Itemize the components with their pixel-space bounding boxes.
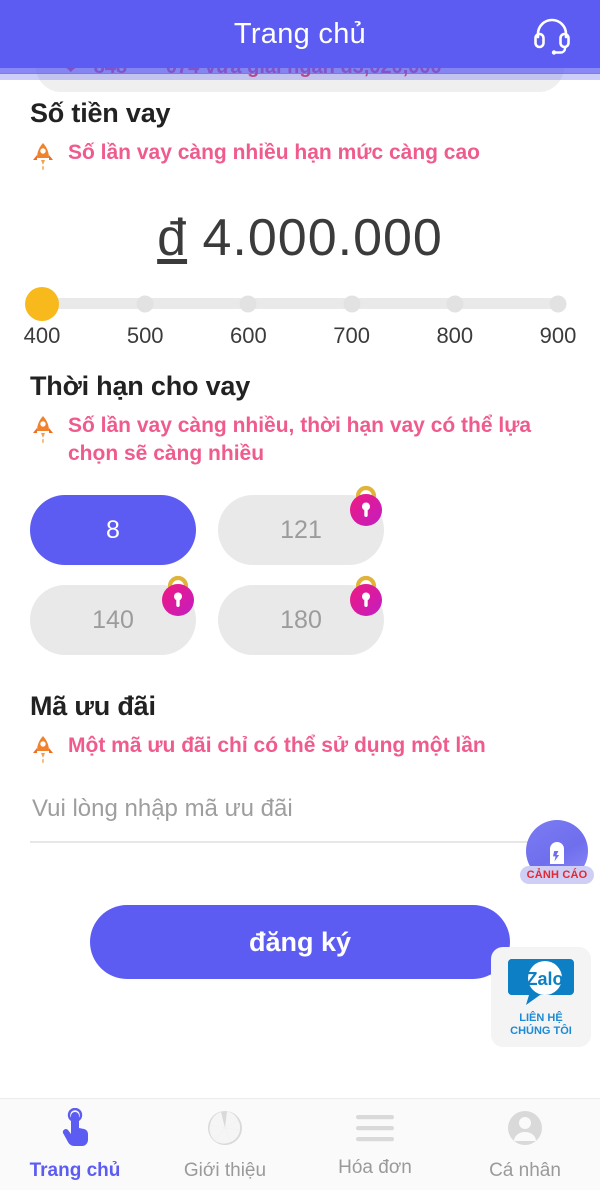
zalo-caption-line2: CHÚNG TÔI: [510, 1024, 572, 1037]
slider-tick[interactable]: [446, 295, 464, 312]
rocket-icon: [33, 736, 53, 764]
zalo-logo-icon: Zalo: [508, 959, 574, 1005]
loan-amount-slider[interactable]: 400 500 600 700 800 900: [0, 274, 600, 355]
nav-item-cá-nhân[interactable]: Cá nhân: [450, 1099, 600, 1190]
loan-term-options: 8 121 140 180: [0, 467, 600, 656]
zalo-contact-widget[interactable]: Zalo LIÊN HỆ CHÚNG TÔI: [491, 947, 591, 1047]
promo-hint: Một mã ưu đãi chỉ có thể sử dụng một lần: [0, 722, 600, 765]
loan-term-option-label: 180: [280, 605, 322, 634]
loan-amount-hint: Số lần vay càng nhiều hạn mức càng cao: [0, 129, 600, 172]
slider-tick[interactable]: [549, 295, 567, 312]
loan-term-hint: Số lần vay càng nhiều, thời hạn vay có t…: [0, 402, 600, 467]
loan-term-option[interactable]: 8: [30, 495, 196, 566]
nav-item-giới-thiệu[interactable]: Giới thiệu: [150, 1099, 300, 1190]
person-icon: [505, 1108, 545, 1153]
nav-item-trang-chủ[interactable]: Trang chủ: [0, 1099, 150, 1190]
loan-term-option-label: 8: [106, 515, 120, 544]
page-title: Trang chủ: [233, 17, 367, 50]
svg-text:Zalo: Zalo: [526, 969, 563, 989]
slider-tick-label: 800: [436, 323, 474, 348]
app-screen: ❤ 848*****074 vừa giải ngân đ3,020,000 T…: [0, 0, 600, 1190]
zalo-caption-line1: LIÊN HỆ: [519, 1012, 563, 1024]
nav-item-label: Trang chủ: [29, 1159, 121, 1181]
warning-label: CẢNH CÁO: [519, 866, 595, 884]
lock-icon: [350, 576, 382, 617]
slider-tick[interactable]: [239, 295, 257, 312]
loan-term-title: Thời hạn cho vay: [30, 371, 251, 401]
slider-thumb[interactable]: [25, 286, 59, 321]
slider-tick-label: 400: [23, 323, 61, 348]
pointing-hand-icon: [57, 1107, 93, 1153]
headset-icon: [534, 18, 570, 55]
slider-track[interactable]: [25, 286, 567, 321]
promo-code-input[interactable]: [30, 791, 570, 844]
promo-hint-text: Một mã ưu đãi chỉ có thể sử dụng một lần: [68, 734, 486, 758]
aperture-icon: [205, 1108, 245, 1153]
ticker-overlay-fade: [0, 73, 600, 80]
slider-tick[interactable]: [343, 295, 361, 312]
loan-term-option-label: 121: [280, 515, 322, 544]
nav-item-hóa-đơn[interactable]: Hóa đơn: [300, 1099, 450, 1190]
loan-term-option-label: 140: [92, 605, 134, 634]
support-button[interactable]: [526, 9, 578, 61]
slider-tick-labels: 400 500 600 700 800 900: [24, 323, 577, 355]
warning-floating-widget[interactable]: CẢNH CÁO: [519, 820, 595, 906]
loan-term-option[interactable]: 180: [218, 576, 384, 656]
register-button[interactable]: đăng ký: [90, 905, 510, 980]
loan-term-option[interactable]: 140: [30, 576, 196, 656]
lock-icon: [350, 486, 382, 527]
slider-tick-label: 500: [126, 323, 164, 348]
promo-title: Mã ưu đãi: [30, 691, 156, 722]
currency-symbol: đ: [157, 209, 188, 267]
zalo-caption: LIÊN HỆ CHÚNG TÔI: [510, 1012, 572, 1037]
nav-item-label: Cá nhân: [489, 1159, 561, 1181]
rocket-icon: [33, 143, 53, 170]
slider-tick[interactable]: [136, 295, 154, 312]
slider-tick-label: 900: [539, 323, 577, 348]
bottom-navigation: Trang chủ Giới thiệu Hóa đơn Cá nhân: [0, 1098, 600, 1190]
rocket-icon: [33, 416, 53, 443]
lock-icon: [162, 576, 194, 617]
loan-amount-hint-text: Số lần vay càng nhiều hạn mức càng cao: [68, 141, 480, 164]
nav-item-label: Hóa đơn: [338, 1156, 412, 1178]
loan-term-option[interactable]: 121: [218, 486, 384, 566]
list-lines-icon: [354, 1111, 396, 1150]
slider-tick-label: 600: [230, 323, 267, 348]
loan-term-hint-text: Số lần vay càng nhiều, thời hạn vay có t…: [68, 414, 532, 465]
amount-number: 4.000.000: [202, 209, 443, 267]
slider-tick-label: 700: [333, 323, 370, 348]
nav-item-label: Giới thiệu: [183, 1159, 267, 1181]
app-header: Trang chủ: [0, 0, 600, 68]
main-content: Số tiền vay Số lần vay càng nhiều hạn mứ…: [0, 98, 600, 980]
loan-amount-value: đ 4.000.000: [0, 172, 600, 274]
loan-amount-title: Số tiền vay: [30, 98, 171, 128]
promo-input-wrap: [0, 765, 600, 844]
